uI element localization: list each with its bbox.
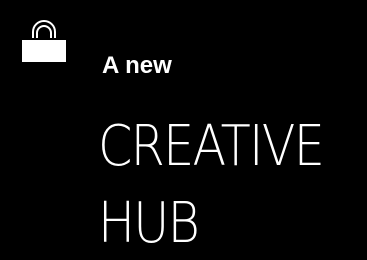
lock-icon <box>22 18 66 64</box>
hero-banner: A new CREATIVE HUB <box>0 0 367 260</box>
subtitle: A new <box>102 52 172 79</box>
headline-line-2: HUB <box>98 191 200 256</box>
headline-line-1: CREATIVE <box>98 114 325 179</box>
